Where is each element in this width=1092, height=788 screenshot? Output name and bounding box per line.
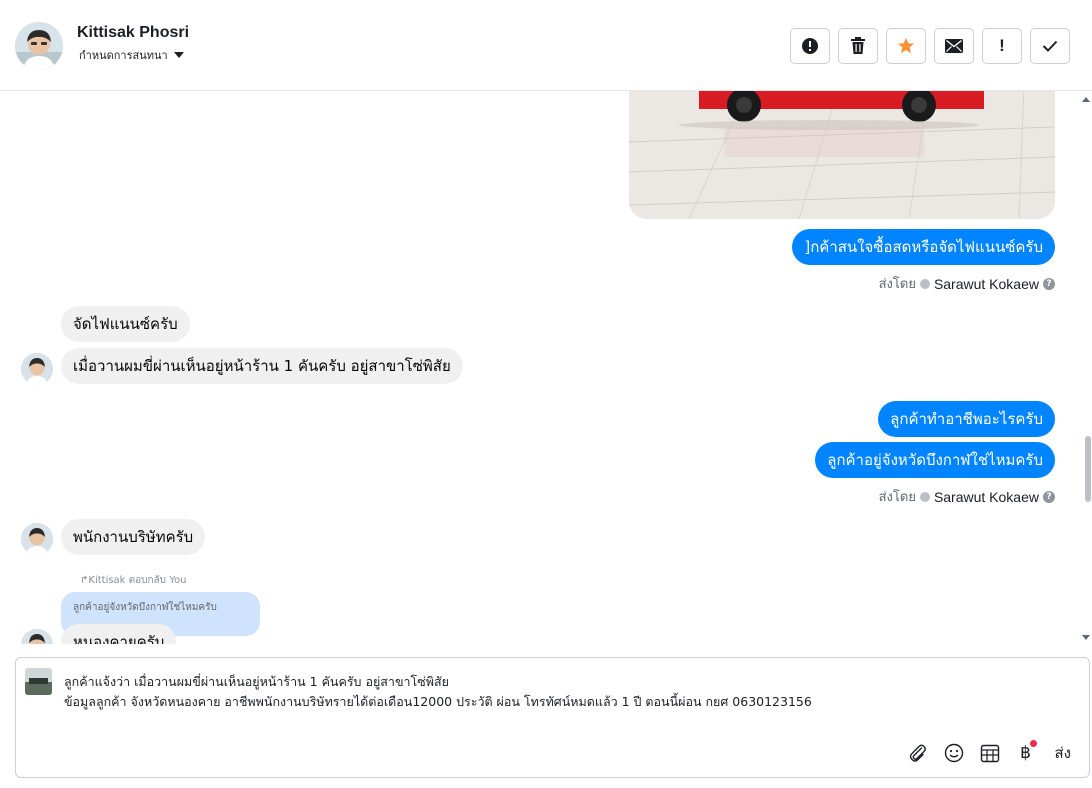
- contact-avatar-small[interactable]: [21, 523, 53, 555]
- follow-up-button[interactable]: !: [982, 28, 1022, 64]
- appointment-button[interactable]: [979, 742, 1001, 764]
- contact-name[interactable]: Kittisak Phosri: [77, 24, 189, 42]
- conversation-settings-dropdown[interactable]: กำหนดการสนทนา: [79, 46, 184, 64]
- attach-file-button[interactable]: [907, 742, 929, 764]
- outgoing-message[interactable]: ลูกค้าอยู่จังหวัดบึงกาฬใช่ไหมครับ: [815, 442, 1055, 478]
- contact-avatar-small[interactable]: [21, 629, 53, 644]
- mark-unread-button[interactable]: [934, 28, 974, 64]
- scrollbar-thumb[interactable]: [1085, 436, 1091, 502]
- message-thread[interactable]: ]กค้าสนใจซื้อสดหรือจัดไฟแนนซ์ครับ ส่งโดย…: [0, 91, 1092, 644]
- sent-by-prefix: ส่งโดย: [878, 277, 916, 292]
- outgoing-message[interactable]: ]กค้าสนใจซื้อสดหรือจัดไฟแนนซ์ครับ: [792, 229, 1055, 265]
- paperclip-icon: [909, 744, 926, 762]
- sender-name[interactable]: Sarawut Kokaew: [934, 276, 1039, 292]
- trash-icon: [851, 37, 865, 54]
- page-badge-icon: [919, 278, 930, 289]
- sent-by-label: ส่งโดย Sarawut Kokaew ?: [879, 273, 1055, 294]
- contact-avatar[interactable]: [15, 22, 63, 70]
- alert-circle-icon: [802, 38, 818, 54]
- composer-line: ลูกค้าแจ้งว่า เมื่อวานผมขี่ผ่านเห็นอยู่ห…: [64, 674, 449, 689]
- sender-name[interactable]: Sarawut Kokaew: [934, 489, 1039, 505]
- composer-toolbar: ฿ ส่ง: [907, 740, 1071, 765]
- message-composer[interactable]: ลูกค้าแจ้งว่า เมื่อวานผมขี่ผ่านเห็นอยู่ห…: [15, 657, 1090, 778]
- page-badge-icon: [919, 491, 930, 502]
- composer-input[interactable]: ลูกค้าแจ้งว่า เมื่อวานผมขี่ผ่านเห็นอยู่ห…: [64, 672, 812, 712]
- incoming-message[interactable]: เมื่อวานผมขี่ผ่านเห็นอยู่หน้าร้าน 1 คันค…: [61, 348, 463, 384]
- attachment-thumbnail[interactable]: [25, 668, 52, 695]
- report-spam-button[interactable]: [790, 28, 830, 64]
- star-button[interactable]: [886, 28, 926, 64]
- reply-indicator: ↱Kittisak ตอบกลับ You: [80, 575, 187, 586]
- composer-line: ข้อมูลลูกค้า จังหวัดหนองคาย อาชีพพนักงาน…: [64, 694, 812, 709]
- car-photo-attachment[interactable]: [629, 91, 1055, 219]
- header-actions: !: [790, 28, 1070, 64]
- outgoing-message[interactable]: ลูกค้าทำอาชีพอะไรครับ: [878, 401, 1055, 437]
- baht-icon: ฿: [1020, 743, 1031, 763]
- send-button[interactable]: ส่ง: [1055, 741, 1071, 765]
- notification-dot: [1029, 740, 1037, 747]
- incoming-message[interactable]: จัดไฟแนนซ์ครับ: [61, 306, 190, 342]
- emoji-button[interactable]: [943, 742, 965, 764]
- help-icon[interactable]: ?: [1043, 490, 1055, 503]
- sent-by-label: ส่งโดย Sarawut Kokaew ?: [879, 486, 1055, 507]
- star-icon: [897, 37, 915, 54]
- sent-by-prefix: ส่งโดย: [878, 490, 916, 505]
- scroll-up-arrow-icon[interactable]: [1082, 97, 1090, 102]
- scroll-down-arrow-icon[interactable]: [1082, 635, 1090, 640]
- envelope-icon: [945, 39, 963, 53]
- mark-done-button[interactable]: [1030, 28, 1070, 64]
- calendar-icon: [980, 744, 999, 763]
- caret-down-icon: [173, 52, 184, 58]
- checkmark-icon: [1042, 40, 1058, 52]
- incoming-message[interactable]: หนองคายครับ: [61, 624, 177, 644]
- thread-scrollbar[interactable]: [1080, 91, 1092, 644]
- incoming-message[interactable]: พนักงานบริษัทครับ: [61, 519, 206, 555]
- payment-button[interactable]: ฿: [1015, 740, 1037, 764]
- conversation-settings-label: กำหนดการสนทนา: [79, 49, 168, 62]
- contact-avatar-small[interactable]: [21, 353, 53, 385]
- exclamation-icon: !: [999, 36, 1005, 55]
- conversation-header: Kittisak Phosri กำหนดการสนทนา !: [0, 0, 1092, 91]
- delete-button[interactable]: [838, 28, 878, 64]
- smiley-icon: [944, 743, 963, 763]
- help-icon[interactable]: ?: [1043, 277, 1055, 290]
